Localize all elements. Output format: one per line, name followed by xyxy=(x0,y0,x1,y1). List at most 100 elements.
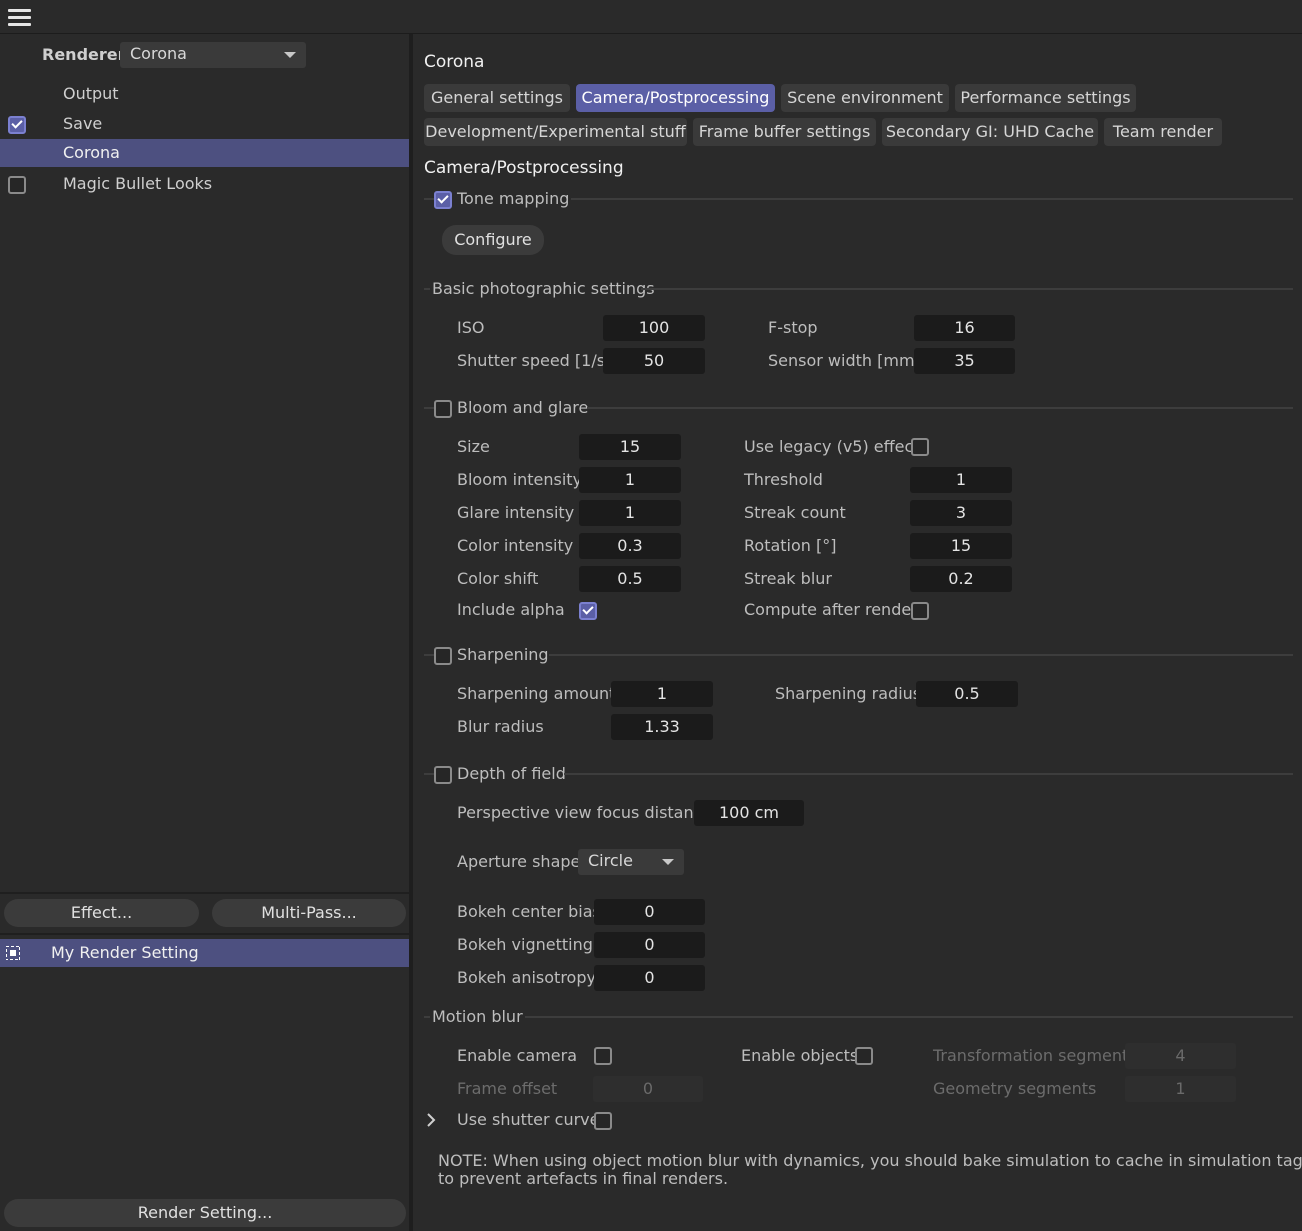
renderer-dropdown-value: Corona xyxy=(130,44,187,63)
tab-scene-environment[interactable]: Scene environment xyxy=(781,84,949,112)
multipass-button[interactable]: Multi-Pass... xyxy=(212,899,406,927)
list-item-corona[interactable]: Corona xyxy=(0,139,409,167)
list-item-magic-bullet-looks[interactable]: Magic Bullet Looks xyxy=(0,170,409,198)
iso-label: ISO xyxy=(457,318,485,337)
separator xyxy=(424,773,434,775)
transformation-segments-field[interactable]: 4 xyxy=(1125,1043,1236,1069)
color-intensity-field[interactable]: 0.3 xyxy=(579,533,681,559)
render-setting-button[interactable]: Render Setting... xyxy=(4,1199,406,1227)
streak-blur-field[interactable]: 0.2 xyxy=(910,566,1012,592)
separator xyxy=(424,1016,430,1018)
compute-after-render-checkbox[interactable] xyxy=(911,602,929,620)
save-checkbox[interactable] xyxy=(8,116,26,134)
bokeh-anisotropy-label: Bokeh anisotropy xyxy=(457,968,596,987)
tab-team-render[interactable]: Team render xyxy=(1104,118,1222,146)
glare-intensity-field[interactable]: 1 xyxy=(579,500,681,526)
bokeh-center-bias-label: Bokeh center bias xyxy=(457,902,601,921)
list-item-label: Corona xyxy=(63,143,120,162)
sharpening-radius-label: Sharpening radius xyxy=(775,684,922,703)
tab-general-settings[interactable]: General settings xyxy=(424,84,570,112)
list-item-label: Save xyxy=(63,114,103,133)
list-item-label: Output xyxy=(63,84,119,103)
render-setting-label: My Render Setting xyxy=(51,943,199,962)
bloom-glare-label: Bloom and glare xyxy=(457,398,589,417)
fstop-label: F-stop xyxy=(768,318,818,337)
rotation-field[interactable]: 15 xyxy=(910,533,1012,559)
transformation-segments-label: Transformation segments xyxy=(933,1046,1137,1065)
list-item-output[interactable]: Output xyxy=(0,80,409,108)
sharpening-amount-field[interactable]: 1 xyxy=(611,681,713,707)
focus-distance-field[interactable]: 100 cm xyxy=(694,800,804,826)
renderer-dropdown[interactable]: Corona xyxy=(120,42,306,68)
motion-blur-note-line2: to prevent artefacts in final renders. xyxy=(438,1169,729,1188)
bokeh-center-bias-field[interactable]: 0 xyxy=(594,899,705,925)
bokeh-vignetting-label: Bokeh vignetting xyxy=(457,935,593,954)
renderer-label: Renderer xyxy=(42,45,126,64)
frame-offset-label: Frame offset xyxy=(457,1079,558,1098)
use-shutter-curve-label: Use shutter curve xyxy=(457,1110,600,1129)
divider xyxy=(0,892,409,894)
sensor-width-label: Sensor width [mm] xyxy=(768,351,921,370)
shutter-speed-label: Shutter speed [1/s] xyxy=(457,351,612,370)
tone-mapping-checkbox[interactable] xyxy=(434,191,452,209)
chevron-right-icon[interactable] xyxy=(425,1112,437,1128)
tab-frame-buffer-settings[interactable]: Frame buffer settings xyxy=(693,118,876,146)
effect-button[interactable]: Effect... xyxy=(4,899,199,927)
bokeh-anisotropy-field[interactable]: 0 xyxy=(594,965,705,991)
geometry-segments-label: Geometry segments xyxy=(933,1079,1097,1098)
chevron-down-icon xyxy=(284,52,296,58)
render-setting-item[interactable]: My Render Setting xyxy=(0,939,409,967)
threshold-field[interactable]: 1 xyxy=(910,467,1012,493)
tab-development-experimental[interactable]: Development/Experimental stuff xyxy=(424,118,687,146)
magic-bullet-looks-checkbox[interactable] xyxy=(8,176,26,194)
iso-field[interactable]: 100 xyxy=(603,315,705,341)
depth-of-field-label: Depth of field xyxy=(457,764,566,783)
blur-radius-label: Blur radius xyxy=(457,717,544,736)
bloom-glare-checkbox[interactable] xyxy=(434,400,452,418)
list-item-save[interactable]: Save xyxy=(0,110,409,138)
enable-objects-checkbox[interactable] xyxy=(855,1047,873,1065)
divider xyxy=(0,933,409,935)
fstop-field[interactable]: 16 xyxy=(914,315,1015,341)
chevron-down-icon xyxy=(662,859,674,865)
bokeh-vignetting-field[interactable]: 0 xyxy=(594,932,705,958)
sensor-width-field[interactable]: 35 xyxy=(914,348,1015,374)
size-field[interactable]: 15 xyxy=(579,434,681,460)
legacy-effect-checkbox[interactable] xyxy=(911,438,929,456)
separator xyxy=(424,407,434,409)
tab-performance-settings[interactable]: Performance settings xyxy=(955,84,1136,112)
motion-blur-title: Motion blur xyxy=(432,1007,523,1026)
enable-camera-checkbox[interactable] xyxy=(594,1047,612,1065)
size-label: Size xyxy=(457,437,490,456)
include-alpha-checkbox[interactable] xyxy=(579,602,597,620)
motion-blur-note-line1: NOTE: When using object motion blur with… xyxy=(438,1151,1302,1170)
tab-secondary-gi[interactable]: Secondary GI: UHD Cache xyxy=(882,118,1098,146)
color-shift-field[interactable]: 0.5 xyxy=(579,566,681,592)
shutter-speed-field[interactable]: 50 xyxy=(603,348,705,374)
frame-offset-field[interactable]: 0 xyxy=(593,1076,703,1102)
use-shutter-curve-checkbox[interactable] xyxy=(594,1112,612,1130)
aperture-shape-dropdown[interactable]: Circle xyxy=(578,849,684,875)
basic-settings-title: Basic photographic settings xyxy=(432,279,655,298)
tab-camera-postprocessing[interactable]: Camera/Postprocessing xyxy=(576,84,775,112)
sharpening-radius-field[interactable]: 0.5 xyxy=(916,681,1018,707)
top-bar xyxy=(0,0,1302,34)
bloom-intensity-field[interactable]: 1 xyxy=(579,467,681,493)
sharpening-amount-label: Sharpening amount xyxy=(457,684,616,703)
aperture-shape-label: Aperture shape xyxy=(457,852,581,871)
configure-button[interactable]: Configure xyxy=(442,225,544,255)
separator xyxy=(549,654,1293,656)
glare-intensity-label: Glare intensity xyxy=(457,503,575,522)
section-title: Camera/Postprocessing xyxy=(424,158,624,178)
hamburger-menu-icon[interactable] xyxy=(8,7,32,27)
geometry-segments-field[interactable]: 1 xyxy=(1125,1076,1236,1102)
rotation-label: Rotation [°] xyxy=(744,536,837,555)
separator xyxy=(424,288,430,290)
sharpening-checkbox[interactable] xyxy=(434,647,452,665)
right-panel: Corona General settings Camera/Postproce… xyxy=(413,34,1302,1231)
blur-radius-field[interactable]: 1.33 xyxy=(611,714,713,740)
depth-of-field-checkbox[interactable] xyxy=(434,766,452,784)
streak-count-field[interactable]: 3 xyxy=(910,500,1012,526)
tone-mapping-label: Tone mapping xyxy=(457,189,570,208)
streak-count-label: Streak count xyxy=(744,503,846,522)
